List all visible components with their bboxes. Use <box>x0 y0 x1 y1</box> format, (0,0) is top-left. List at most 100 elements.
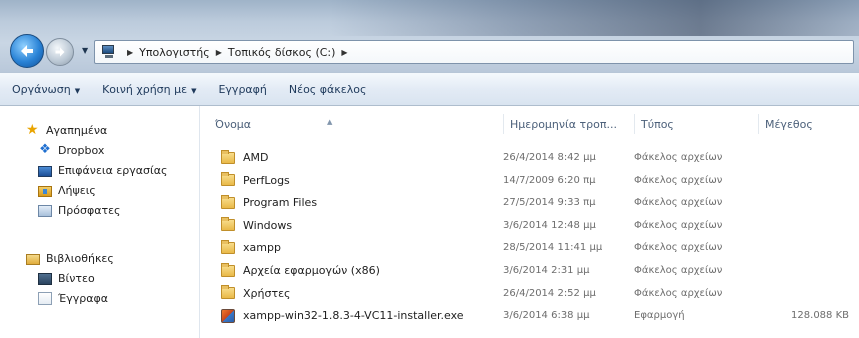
desktop-icon <box>38 165 52 177</box>
file-list: Όνομα ▲ Ημερομηνία τροπ... Τύπος Μέγεθος… <box>201 106 859 338</box>
column-header-type[interactable]: Τύπος <box>635 114 759 134</box>
file-type: Φάκελος αρχείων <box>634 152 723 163</box>
table-row[interactable]: Windows 3/6/2014 12:48 μμ Φάκελος αρχείων <box>201 214 859 237</box>
column-header-date[interactable]: Ημερομηνία τροπ... <box>504 114 635 134</box>
folder-icon <box>221 285 235 300</box>
file-name: PerfLogs <box>243 173 290 187</box>
file-name: AMD <box>243 151 269 164</box>
file-date: 3/6/2014 12:48 μμ <box>503 219 596 231</box>
file-size: 128.088 KB <box>791 310 849 322</box>
folder-icon <box>221 262 235 277</box>
window-titlebar: ▼ ▶ Υπολογιστής ▶ Τοπικός δίσκος (C:) ▶ <box>0 0 859 72</box>
organize-button[interactable]: Οργάνωση ▼ <box>12 83 80 96</box>
nav-item-label: Πρόσφατες <box>58 203 121 217</box>
nav-favorites[interactable]: ★ Αγαπημένα <box>26 120 107 140</box>
forward-button[interactable] <box>46 38 74 66</box>
back-button[interactable] <box>10 34 44 68</box>
file-name-cell: Χρήστες <box>221 282 501 305</box>
file-type: Φάκελος αρχείων <box>634 219 723 231</box>
nav-item-recent[interactable]: Πρόσφατες <box>38 200 121 220</box>
file-size <box>761 146 849 169</box>
table-row[interactable]: Αρχεία εφαρμογών (x86) 3/6/2014 2:31 μμ Φά… <box>201 259 859 282</box>
recent-pages-dropdown[interactable]: ▼ <box>82 46 90 56</box>
folder-icon <box>221 217 235 232</box>
file-date: 14/7/2009 6:20 πμ <box>503 174 596 186</box>
star-icon: ★ <box>26 122 39 138</box>
nav-item-downloads[interactable]: Λήψεις <box>38 180 96 200</box>
glass-highlight <box>330 0 859 36</box>
nav-item-documents[interactable]: Έγγραφα <box>38 288 108 308</box>
breadcrumb-computer[interactable]: Υπολογιστής <box>139 46 210 59</box>
column-header-label: Ημερομηνία τροπ... <box>510 117 617 131</box>
breadcrumb-separator-icon[interactable]: ▶ <box>216 48 222 57</box>
file-name-cell: Program Files <box>221 191 501 214</box>
file-name-cell: xampp-win32-1.8.3-4-VC11-installer.exe <box>221 304 501 327</box>
breadcrumb-separator-icon[interactable]: ▶ <box>341 48 347 57</box>
share-with-button[interactable]: Κοινή χρήση με ▼ <box>102 83 196 96</box>
file-date: 28/5/2014 11:41 μμ <box>503 242 603 254</box>
installer-icon <box>221 308 235 323</box>
file-size <box>761 214 849 237</box>
file-type: Εφαρμογή <box>634 310 685 322</box>
table-row[interactable]: AMD 26/4/2014 8:42 μμ Φάκελος αρχείων <box>201 146 859 169</box>
file-type: Φάκελος αρχείων <box>634 287 723 299</box>
nav-item-dropbox[interactable]: ❖ Dropbox <box>38 140 104 160</box>
file-size <box>761 236 849 259</box>
chevron-down-icon: ▼ <box>82 46 89 55</box>
video-library-icon <box>38 272 52 285</box>
chevron-down-icon: ▼ <box>74 86 81 95</box>
file-size <box>761 169 849 192</box>
column-header-label: Τύπος <box>641 117 674 131</box>
nav-item-label: Dropbox <box>58 143 105 157</box>
nav-item-desktop[interactable]: Επιφάνεια εργασίας <box>38 160 167 180</box>
file-name-cell: Windows <box>221 214 501 237</box>
arrow-right-icon <box>55 47 65 57</box>
file-name: Program Files <box>243 196 318 210</box>
column-header-size[interactable]: Μέγεθος <box>759 114 859 134</box>
file-date: 26/4/2014 8:42 μμ <box>503 152 596 163</box>
file-name-cell: Αρχεία εφαρμογών (x86) <box>221 259 501 282</box>
nav-libraries[interactable]: Βιβλιοθήκες <box>26 248 114 268</box>
nav-item-videos[interactable]: Βίντεο <box>38 268 95 288</box>
table-row[interactable]: xampp-win32-1.8.3-4-VC11-installer.exe 3/… <box>201 304 859 327</box>
table-row[interactable]: Program Files 27/5/2014 9:33 πμ Φάκελος αρ… <box>201 191 859 214</box>
nav-libraries-label: Βιβλιοθήκες <box>46 251 114 265</box>
folder-icon <box>221 149 235 164</box>
chevron-down-icon: ▼ <box>191 86 197 95</box>
file-type: Φάκελος αρχείων <box>634 174 723 186</box>
file-name: xampp-win32-1.8.3-4-VC11-installer.exe <box>243 309 464 323</box>
file-date: 27/5/2014 9:33 πμ <box>503 197 596 209</box>
documents-icon <box>38 291 52 305</box>
command-toolbar: Οργάνωση ▼ Κοινή χρήση με ▼ Εγγραφή Νέος φ… <box>0 72 859 106</box>
folder-icon <box>221 172 235 187</box>
file-name: Windows <box>243 218 293 232</box>
new-folder-button[interactable]: Νέος φάκελος <box>289 83 367 96</box>
file-name-cell: PerfLogs <box>221 169 501 192</box>
recent-places-icon <box>38 204 52 217</box>
column-header-label: Όνομα <box>215 117 252 131</box>
file-date: 3/6/2014 2:31 μμ <box>503 265 590 276</box>
arrow-left-icon <box>21 45 33 57</box>
file-type: Φάκελος αρχείων <box>634 242 723 254</box>
nav-item-label: Επιφάνεια εργασίας <box>58 163 168 177</box>
table-row[interactable]: xampp 28/5/2014 11:41 μμ Φάκελος αρχείων <box>201 236 859 259</box>
table-row[interactable]: Χρήστες 26/4/2014 2:52 μμ Φάκελος αρχείων <box>201 282 859 305</box>
nav-item-label: Έγγραφα <box>58 291 108 305</box>
sort-ascending-icon: ▲ <box>327 118 333 126</box>
file-name-cell: AMD <box>221 146 501 169</box>
dropbox-icon: ❖ <box>39 142 51 157</box>
file-size <box>761 282 849 305</box>
breadcrumb-separator-icon[interactable]: ▶ <box>127 48 133 57</box>
nav-item-label: Λήψεις <box>58 183 96 197</box>
column-header-label: Μέγεθος <box>765 117 813 131</box>
burn-button[interactable]: Εγγραφή <box>218 83 266 96</box>
file-name: Χρήστες <box>243 286 291 300</box>
column-header-name[interactable]: Όνομα ▲ <box>209 114 504 134</box>
table-row[interactable]: PerfLogs 14/7/2009 6:20 πμ Φάκελος αρχείων <box>201 169 859 192</box>
file-date: 3/6/2014 6:38 μμ <box>503 310 590 322</box>
address-bar[interactable]: ▶ Υπολογιστής ▶ Τοπικός δίσκος (C:) ▶ <box>94 40 854 64</box>
file-size <box>761 191 849 214</box>
file-type: Φάκελος αρχείων <box>634 265 723 276</box>
breadcrumb-local-disk[interactable]: Τοπικός δίσκος (C:) <box>228 46 336 59</box>
nav-item-label: Βίντεο <box>58 271 95 285</box>
